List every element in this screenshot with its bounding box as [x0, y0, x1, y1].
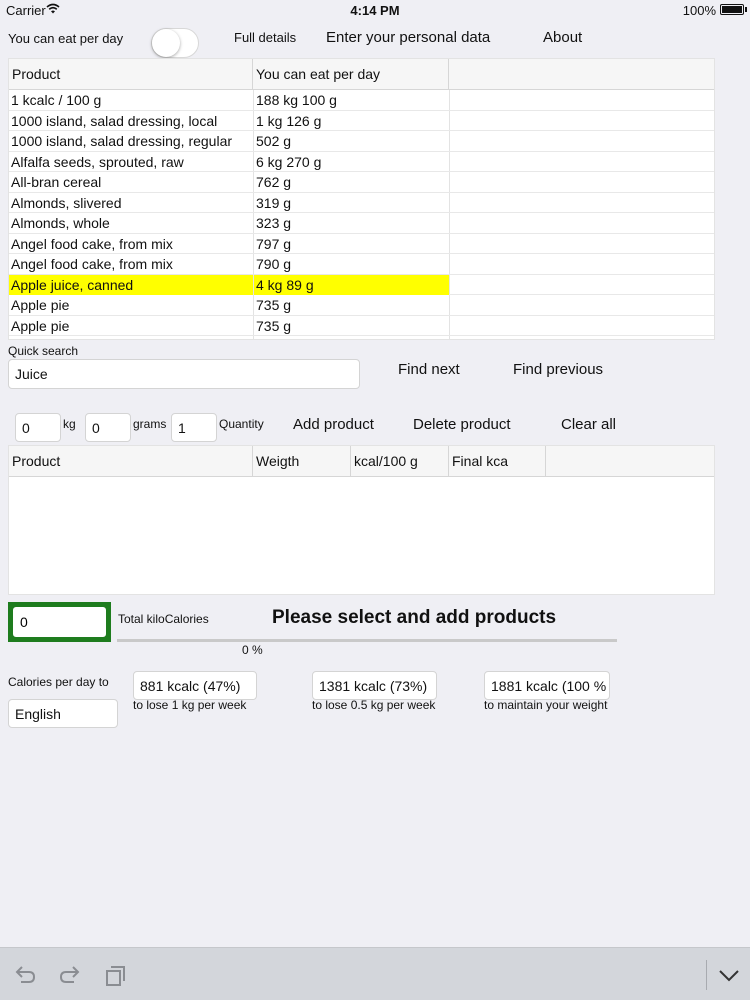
product-name-cell: 1000 island, salad dressing, local: [11, 112, 218, 129]
quantity-input[interactable]: [171, 413, 217, 442]
redo-icon[interactable]: [57, 963, 83, 987]
per-day-amount-cell: 735 g: [256, 317, 292, 334]
kg-label: kg: [63, 417, 76, 431]
lose-1kg-caption: to lose 1 kg per week: [133, 698, 247, 712]
per-day-amount-cell: 319 g: [256, 194, 292, 211]
product-name-cell: Angel food cake, from mix: [11, 235, 173, 252]
per-day-amount-cell: 735 g: [256, 297, 292, 313]
product-name-cell: 1000 island, salad dressing, regular: [11, 133, 233, 149]
column-header-per-day[interactable]: You can eat per day: [253, 59, 449, 90]
total-kcal-box: [8, 602, 111, 642]
table-row[interactable]: Angel food cake, from mix 790 g: [9, 254, 714, 275]
paste-icon[interactable]: [102, 963, 128, 987]
find-next-button[interactable]: Find next: [398, 361, 460, 378]
column-header-product[interactable]: Product: [9, 59, 253, 90]
progress-bar: [117, 639, 617, 642]
status-bar: Carrier 4:14 PM 100%: [0, 0, 750, 20]
product-name-cell: Apple pie: [11, 297, 70, 313]
product-table-header: Product You can eat per day: [9, 59, 714, 90]
table-row[interactable]: Apple pie 735 g: [9, 295, 714, 316]
per-day-amount-cell: 790 g: [256, 256, 292, 272]
selected-table-header: Product Weigth kcal/100 g Final kca: [9, 446, 714, 477]
maintain-weight-kcal[interactable]: [484, 671, 610, 700]
quick-search-label: Quick search: [8, 344, 79, 358]
table-row[interactable]: Almonds, whole 323 g: [9, 213, 714, 234]
quantity-label: Quantity: [219, 417, 264, 431]
total-kcal-input[interactable]: [13, 607, 106, 637]
battery-percent: 100%: [682, 3, 716, 18]
table-row[interactable]: 1 kcalc / 100 g 188 kg 100 g: [9, 90, 714, 111]
per-day-toggle[interactable]: [151, 28, 199, 58]
product-name-cell: Almonds, slivered: [11, 194, 122, 211]
product-name-cell: Apple pie: [11, 317, 70, 334]
toggle-knob: [152, 29, 180, 57]
product-table[interactable]: Product You can eat per day 1 kcalc / 10…: [8, 58, 715, 340]
grams-input[interactable]: [85, 413, 131, 442]
per-day-amount-cell: 188 kg 100 g: [256, 92, 337, 108]
lose-1kg-kcal[interactable]: [133, 671, 257, 700]
clock: 4:14 PM: [350, 3, 400, 18]
column-header-weight[interactable]: Weigth: [253, 446, 351, 477]
per-day-amount-cell: 502 g: [256, 133, 292, 149]
product-name-cell: All-bran cereal: [11, 174, 102, 190]
table-row[interactable]: 1000 island, salad dressing, local 1 kg 1…: [9, 111, 714, 131]
language-select[interactable]: [8, 699, 118, 728]
full-details-button[interactable]: Full details: [234, 30, 296, 45]
table-row[interactable]: Apple pie 735 g: [9, 316, 714, 336]
add-product-button[interactable]: Add product: [293, 416, 374, 433]
total-kcal-label: Total kiloCalories: [118, 612, 209, 626]
column-header-product[interactable]: Product: [9, 446, 253, 477]
quick-search-input[interactable]: [8, 359, 360, 389]
table-row[interactable]: 1000 island, salad dressing, regular 502 …: [9, 131, 714, 152]
product-name-cell: 1 kcalc / 100 g: [11, 92, 102, 108]
per-day-amount-cell: 6 kg 270 g: [256, 153, 322, 170]
lose-half-kg-kcal[interactable]: [312, 671, 437, 700]
column-header-empty: [449, 59, 716, 90]
status-message: Please select and add products: [272, 607, 557, 628]
product-name-cell: Angel food cake, from mix: [11, 256, 173, 272]
lose-half-kg-caption: to lose 0.5 kg per week: [312, 698, 436, 712]
about-button[interactable]: About: [543, 29, 582, 46]
clear-all-button[interactable]: Clear all: [561, 416, 616, 433]
per-day-amount-cell: 762 g: [256, 174, 292, 190]
grams-label: grams: [133, 417, 167, 431]
undo-icon[interactable]: [12, 963, 38, 987]
per-day-amount-cell: 797 g: [256, 235, 292, 252]
per-day-amount-cell: 1 kg 126 g: [256, 112, 322, 129]
toggle-label: You can eat per day: [8, 31, 124, 46]
table-row-selected[interactable]: Apple juice, canned 4 kg 89 g: [9, 274, 714, 295]
personal-data-button[interactable]: Enter your personal data: [326, 29, 490, 46]
table-row[interactable]: Almonds, slivered 319 g: [9, 193, 714, 213]
calories-per-day-label: Calories per day to: [8, 675, 109, 689]
column-header-final-kcal[interactable]: Final kca: [449, 446, 546, 477]
product-name-cell: Almonds, whole: [11, 215, 110, 231]
find-previous-button[interactable]: Find previous: [513, 361, 603, 378]
delete-product-button[interactable]: Delete product: [413, 416, 511, 433]
kg-input[interactable]: [15, 413, 61, 442]
per-day-amount-cell: 4 kg 89 g: [254, 274, 449, 295]
progress-percent: 0 %: [242, 643, 263, 657]
per-day-amount-cell: 323 g: [256, 215, 292, 231]
toolbar-divider: [706, 960, 707, 990]
table-row[interactable]: Alfalfa seeds, sprouted, raw 6 kg 270 g: [9, 152, 714, 172]
selected-products-table[interactable]: Product Weigth kcal/100 g Final kca: [8, 445, 715, 595]
battery-icon: [720, 4, 744, 15]
maintain-weight-caption: to maintain your weight: [484, 698, 608, 712]
column-header-kcal[interactable]: kcal/100 g: [351, 446, 449, 477]
battery-tip: [745, 7, 747, 12]
keyboard-dismiss-icon[interactable]: [716, 963, 742, 987]
product-name-cell: Apple juice, canned: [9, 274, 253, 295]
product-name-cell: Alfalfa seeds, sprouted, raw: [11, 153, 184, 170]
keyboard-toolbar: [0, 947, 750, 1000]
table-row[interactable]: Angel food cake, from mix 797 g: [9, 234, 714, 254]
table-row[interactable]: All-bran cereal 762 g: [9, 172, 714, 193]
column-header-empty: [546, 446, 716, 477]
